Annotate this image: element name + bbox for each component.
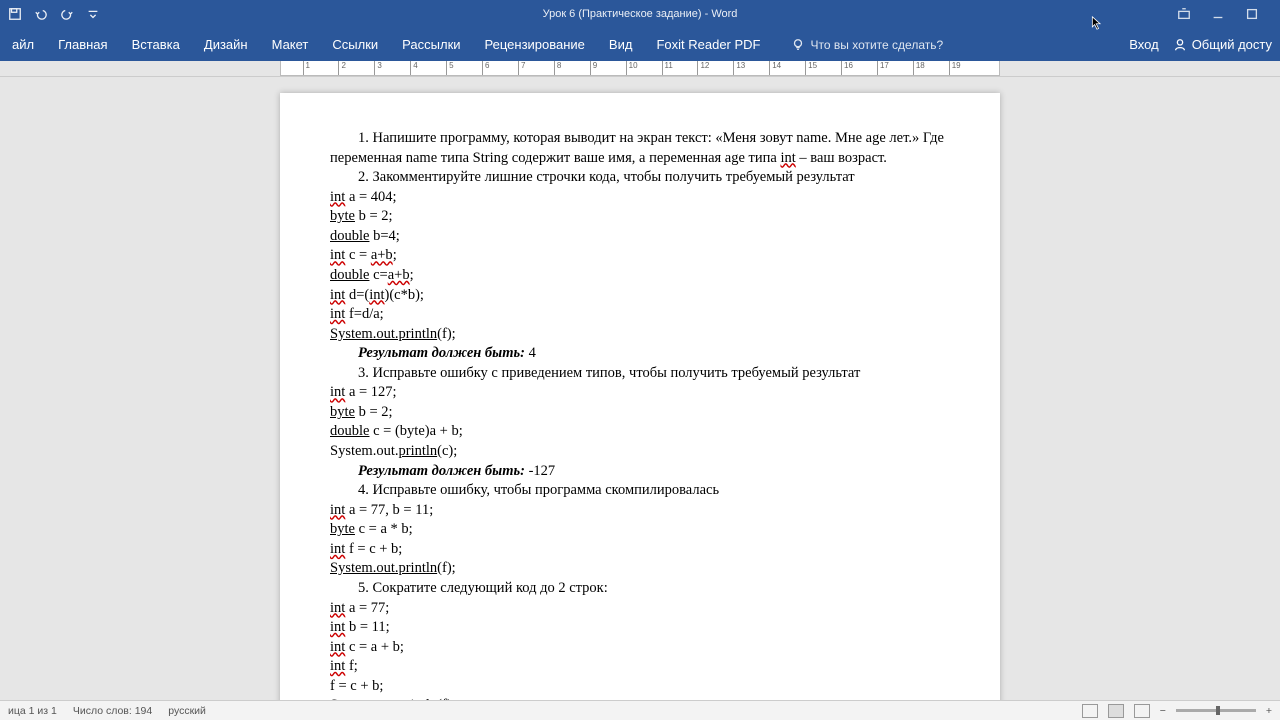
page-indicator[interactable]: ица 1 из 1 bbox=[8, 705, 57, 717]
share-button[interactable]: Общий досту bbox=[1173, 37, 1272, 52]
ribbon-tabs: айл Главная Вставка Дизайн Макет Ссылки … bbox=[0, 28, 1280, 61]
document-page[interactable]: 1. Напишите программу, которая выводит н… bbox=[280, 93, 1000, 700]
save-icon[interactable] bbox=[6, 5, 24, 23]
login-link[interactable]: Вход bbox=[1129, 37, 1158, 52]
zoom-out-icon[interactable]: − bbox=[1160, 705, 1166, 717]
share-label: Общий досту bbox=[1192, 37, 1272, 52]
window-controls bbox=[1176, 6, 1280, 22]
zoom-in-icon[interactable]: + bbox=[1266, 705, 1272, 717]
tab-foxit[interactable]: Foxit Reader PDF bbox=[644, 28, 772, 61]
tab-file[interactable]: айл bbox=[0, 28, 46, 61]
print-layout-icon[interactable] bbox=[1108, 704, 1124, 718]
qat-dropdown-icon[interactable] bbox=[84, 5, 102, 23]
read-mode-icon[interactable] bbox=[1082, 704, 1098, 718]
document-title: Урок 6 (Практическое задание) - Word bbox=[543, 8, 738, 20]
document-workspace[interactable]: 1. Напишите программу, которая выводит н… bbox=[0, 77, 1280, 700]
ribbon-options-icon[interactable] bbox=[1176, 6, 1192, 22]
person-icon bbox=[1173, 38, 1187, 52]
tab-home[interactable]: Главная bbox=[46, 28, 119, 61]
maximize-icon[interactable] bbox=[1244, 6, 1260, 22]
zoom-slider[interactable] bbox=[1176, 709, 1256, 712]
tab-view[interactable]: Вид bbox=[597, 28, 645, 61]
tab-references[interactable]: Ссылки bbox=[320, 28, 390, 61]
tab-layout[interactable]: Макет bbox=[260, 28, 321, 61]
tell-me[interactable]: Что вы хотите сделать? bbox=[791, 38, 944, 52]
tab-design[interactable]: Дизайн bbox=[192, 28, 260, 61]
tab-mailings[interactable]: Рассылки bbox=[390, 28, 472, 61]
tab-review[interactable]: Рецензирование bbox=[473, 28, 597, 61]
redo-icon[interactable] bbox=[58, 5, 76, 23]
bulb-icon bbox=[791, 38, 805, 52]
undo-icon[interactable] bbox=[32, 5, 50, 23]
quick-access-toolbar bbox=[0, 5, 108, 23]
tell-me-label: Что вы хотите сделать? bbox=[811, 38, 944, 52]
minimize-icon[interactable] bbox=[1210, 6, 1226, 22]
language-indicator[interactable]: русский bbox=[168, 705, 206, 717]
word-count[interactable]: Число слов: 194 bbox=[73, 705, 152, 717]
tab-insert[interactable]: Вставка bbox=[120, 28, 192, 61]
status-bar: ица 1 из 1 Число слов: 194 русский − + bbox=[0, 700, 1280, 720]
web-layout-icon[interactable] bbox=[1134, 704, 1150, 718]
title-bar: Урок 6 (Практическое задание) - Word bbox=[0, 0, 1280, 28]
horizontal-ruler[interactable]: 1 2 3 4 5 6 7 8 9 10 11 12 13 14 15 16 1… bbox=[0, 61, 1280, 77]
ruler-scale: 1 2 3 4 5 6 7 8 9 10 11 12 13 14 15 16 1… bbox=[280, 61, 1000, 76]
